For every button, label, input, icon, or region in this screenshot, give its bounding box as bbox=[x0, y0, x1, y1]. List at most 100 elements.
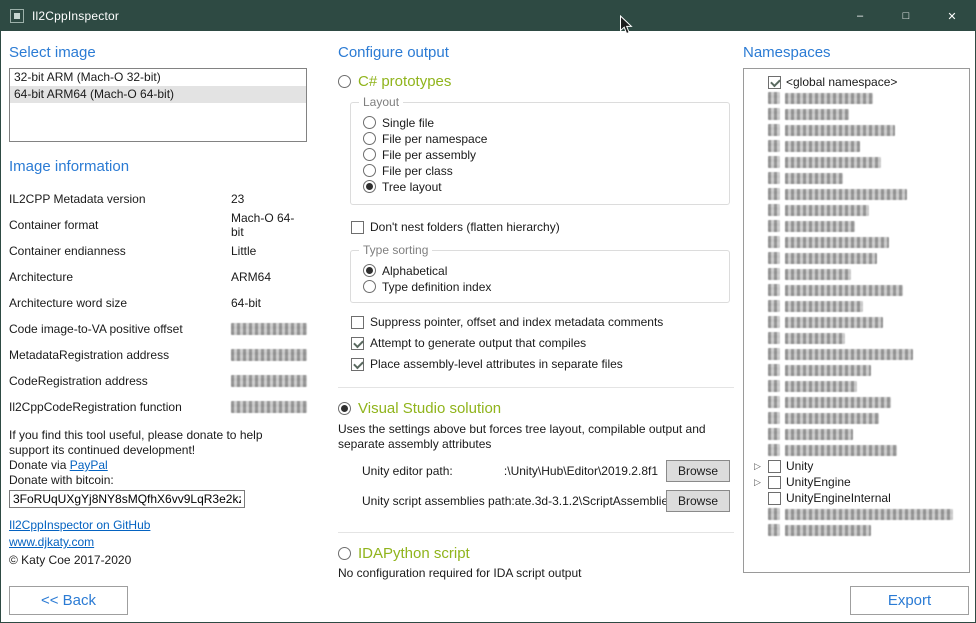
expander-icon[interactable] bbox=[752, 474, 763, 490]
namespace-label: UnityEngine bbox=[786, 475, 851, 489]
namespace-checkbox[interactable] bbox=[768, 492, 781, 505]
redacted-checkbox bbox=[768, 188, 780, 200]
info-row-label: MetadataRegistration address bbox=[9, 348, 231, 362]
configure-output-heading: Configure output bbox=[338, 44, 734, 61]
redacted-checkbox bbox=[768, 348, 780, 360]
namespace-item-redacted bbox=[752, 106, 965, 122]
redacted-checkbox bbox=[768, 444, 780, 456]
minimize-button[interactable]: – bbox=[837, 1, 883, 31]
namespace-checkbox[interactable] bbox=[768, 76, 781, 89]
redacted-label bbox=[785, 333, 845, 344]
flatten-checkbox[interactable] bbox=[351, 221, 364, 234]
flatten-checkbox-row[interactable]: Don't nest folders (flatten hierarchy) bbox=[351, 220, 734, 234]
website-link[interactable]: www.djkaty.com bbox=[9, 535, 94, 549]
layout-option-radio[interactable] bbox=[363, 116, 376, 129]
layout-caption: Layout bbox=[359, 95, 403, 109]
redacted-checkbox bbox=[768, 412, 780, 424]
redacted-checkbox bbox=[768, 140, 780, 152]
namespace-item[interactable]: Unity bbox=[752, 458, 965, 474]
unity-editor-browse-button[interactable]: Browse bbox=[666, 460, 730, 482]
info-row: CodeRegistration address bbox=[9, 368, 307, 394]
namespace-item-redacted bbox=[752, 250, 965, 266]
image-list-item[interactable]: 32-bit ARM (Mach-O 32-bit) bbox=[10, 69, 306, 86]
layout-option-row[interactable]: File per assembly bbox=[363, 147, 719, 162]
maximize-button[interactable]: □ bbox=[883, 1, 929, 31]
info-row-value: 64-bit bbox=[231, 296, 261, 310]
option-checkbox-row[interactable]: Attempt to generate output that compiles bbox=[351, 336, 734, 350]
layout-option-row[interactable]: Tree layout bbox=[363, 179, 719, 194]
image-info-rows: IL2CPP Metadata version23Container forma… bbox=[9, 186, 307, 420]
image-list-item[interactable]: 64-bit ARM64 (Mach-O 64-bit) bbox=[10, 86, 306, 103]
paypal-link[interactable]: PayPal bbox=[70, 458, 108, 472]
info-row: MetadataRegistration address bbox=[9, 342, 307, 368]
redacted-checkbox bbox=[768, 364, 780, 376]
namespaces-heading: Namespaces bbox=[743, 44, 970, 61]
namespace-item-redacted bbox=[752, 410, 965, 426]
redacted-checkbox bbox=[768, 396, 780, 408]
namespace-item[interactable]: UnityEngine bbox=[752, 474, 965, 490]
export-button[interactable]: Export bbox=[850, 586, 969, 615]
bitcoin-address-input[interactable] bbox=[9, 490, 245, 508]
csharp-prototypes-option[interactable]: C# prototypes bbox=[338, 73, 734, 90]
redacted-checkbox bbox=[768, 220, 780, 232]
namespace-list[interactable]: <global namespace> UnityUnityEngineUnityE… bbox=[743, 68, 970, 573]
namespace-item[interactable]: UnityEngineInternal bbox=[752, 490, 965, 506]
type-sorting-caption: Type sorting bbox=[359, 243, 432, 257]
layout-option-label: File per assembly bbox=[382, 148, 476, 162]
idapython-option[interactable]: IDAPython script bbox=[338, 545, 734, 562]
type-sorting-option-row[interactable]: Type definition index bbox=[363, 279, 719, 294]
layout-option-row[interactable]: File per namespace bbox=[363, 131, 719, 146]
app-icon bbox=[10, 9, 24, 23]
titlebar: Il2CppInspector – □ ✕ bbox=[1, 1, 975, 31]
redacted-checkbox bbox=[768, 108, 780, 120]
info-row: Il2CppCodeRegistration function bbox=[9, 394, 307, 420]
layout-option-row[interactable]: Single file bbox=[363, 115, 719, 130]
namespace-item-redacted bbox=[752, 394, 965, 410]
namespace-checkbox[interactable] bbox=[768, 460, 781, 473]
info-row-label: Architecture bbox=[9, 270, 231, 284]
namespace-item[interactable]: <global namespace> bbox=[752, 74, 965, 90]
type-sorting-option-radio[interactable] bbox=[363, 280, 376, 293]
type-sorting-option-row[interactable]: Alphabetical bbox=[363, 263, 719, 278]
layout-option-radio[interactable] bbox=[363, 180, 376, 193]
app-icon-glyph bbox=[14, 13, 20, 19]
image-information-heading: Image information bbox=[9, 158, 307, 175]
close-button[interactable]: ✕ bbox=[929, 1, 975, 31]
unity-script-path-value: ate.3d-3.1.2\ScriptAssemblies bbox=[515, 494, 666, 508]
layout-option-radio[interactable] bbox=[363, 132, 376, 145]
option-checkbox[interactable] bbox=[351, 358, 364, 371]
option-checkbox-row[interactable]: Place assembly-level attributes in separ… bbox=[351, 357, 734, 371]
namespace-item-redacted bbox=[752, 266, 965, 282]
back-button[interactable]: << Back bbox=[9, 586, 128, 615]
redacted-label bbox=[785, 125, 895, 136]
type-sorting-groupbox: Type sorting AlphabeticalType definition… bbox=[350, 250, 730, 303]
redacted-label bbox=[785, 189, 907, 200]
visual-studio-description: Uses the settings above but forces tree … bbox=[338, 422, 734, 452]
namespaces-panel: Namespaces <global namespace>UnityUnityE… bbox=[743, 31, 970, 573]
type-sorting-option-radio[interactable] bbox=[363, 264, 376, 277]
image-listbox[interactable]: 32-bit ARM (Mach-O 32-bit)64-bit ARM64 (… bbox=[9, 68, 307, 142]
unity-editor-path-value: :\Unity\Hub\Editor\2019.2.8f1 bbox=[453, 464, 666, 478]
github-link[interactable]: Il2CppInspector on GitHub bbox=[9, 518, 150, 532]
idapython-radio[interactable] bbox=[338, 547, 351, 560]
info-row-label: Architecture word size bbox=[9, 296, 231, 310]
redacted-value bbox=[231, 323, 307, 335]
redacted-checkbox bbox=[768, 284, 780, 296]
layout-option-radio[interactable] bbox=[363, 164, 376, 177]
expander-icon[interactable] bbox=[752, 458, 763, 474]
redacted-label bbox=[785, 413, 879, 424]
visual-studio-radio[interactable] bbox=[338, 402, 351, 415]
unity-script-path-row: Unity script assemblies path: ate.3d-3.1… bbox=[362, 490, 730, 512]
namespace-checkbox[interactable] bbox=[768, 476, 781, 489]
namespace-item-redacted bbox=[752, 282, 965, 298]
option-checkbox[interactable] bbox=[351, 316, 364, 329]
option-checkbox-row[interactable]: Suppress pointer, offset and index metad… bbox=[351, 315, 734, 329]
visual-studio-option[interactable]: Visual Studio solution bbox=[338, 400, 734, 417]
unity-script-browse-button[interactable]: Browse bbox=[666, 490, 730, 512]
redacted-label bbox=[785, 253, 877, 264]
layout-option-row[interactable]: File per class bbox=[363, 163, 719, 178]
redacted-label bbox=[785, 365, 871, 376]
option-checkbox[interactable] bbox=[351, 337, 364, 350]
csharp-prototypes-radio[interactable] bbox=[338, 75, 351, 88]
layout-option-radio[interactable] bbox=[363, 148, 376, 161]
